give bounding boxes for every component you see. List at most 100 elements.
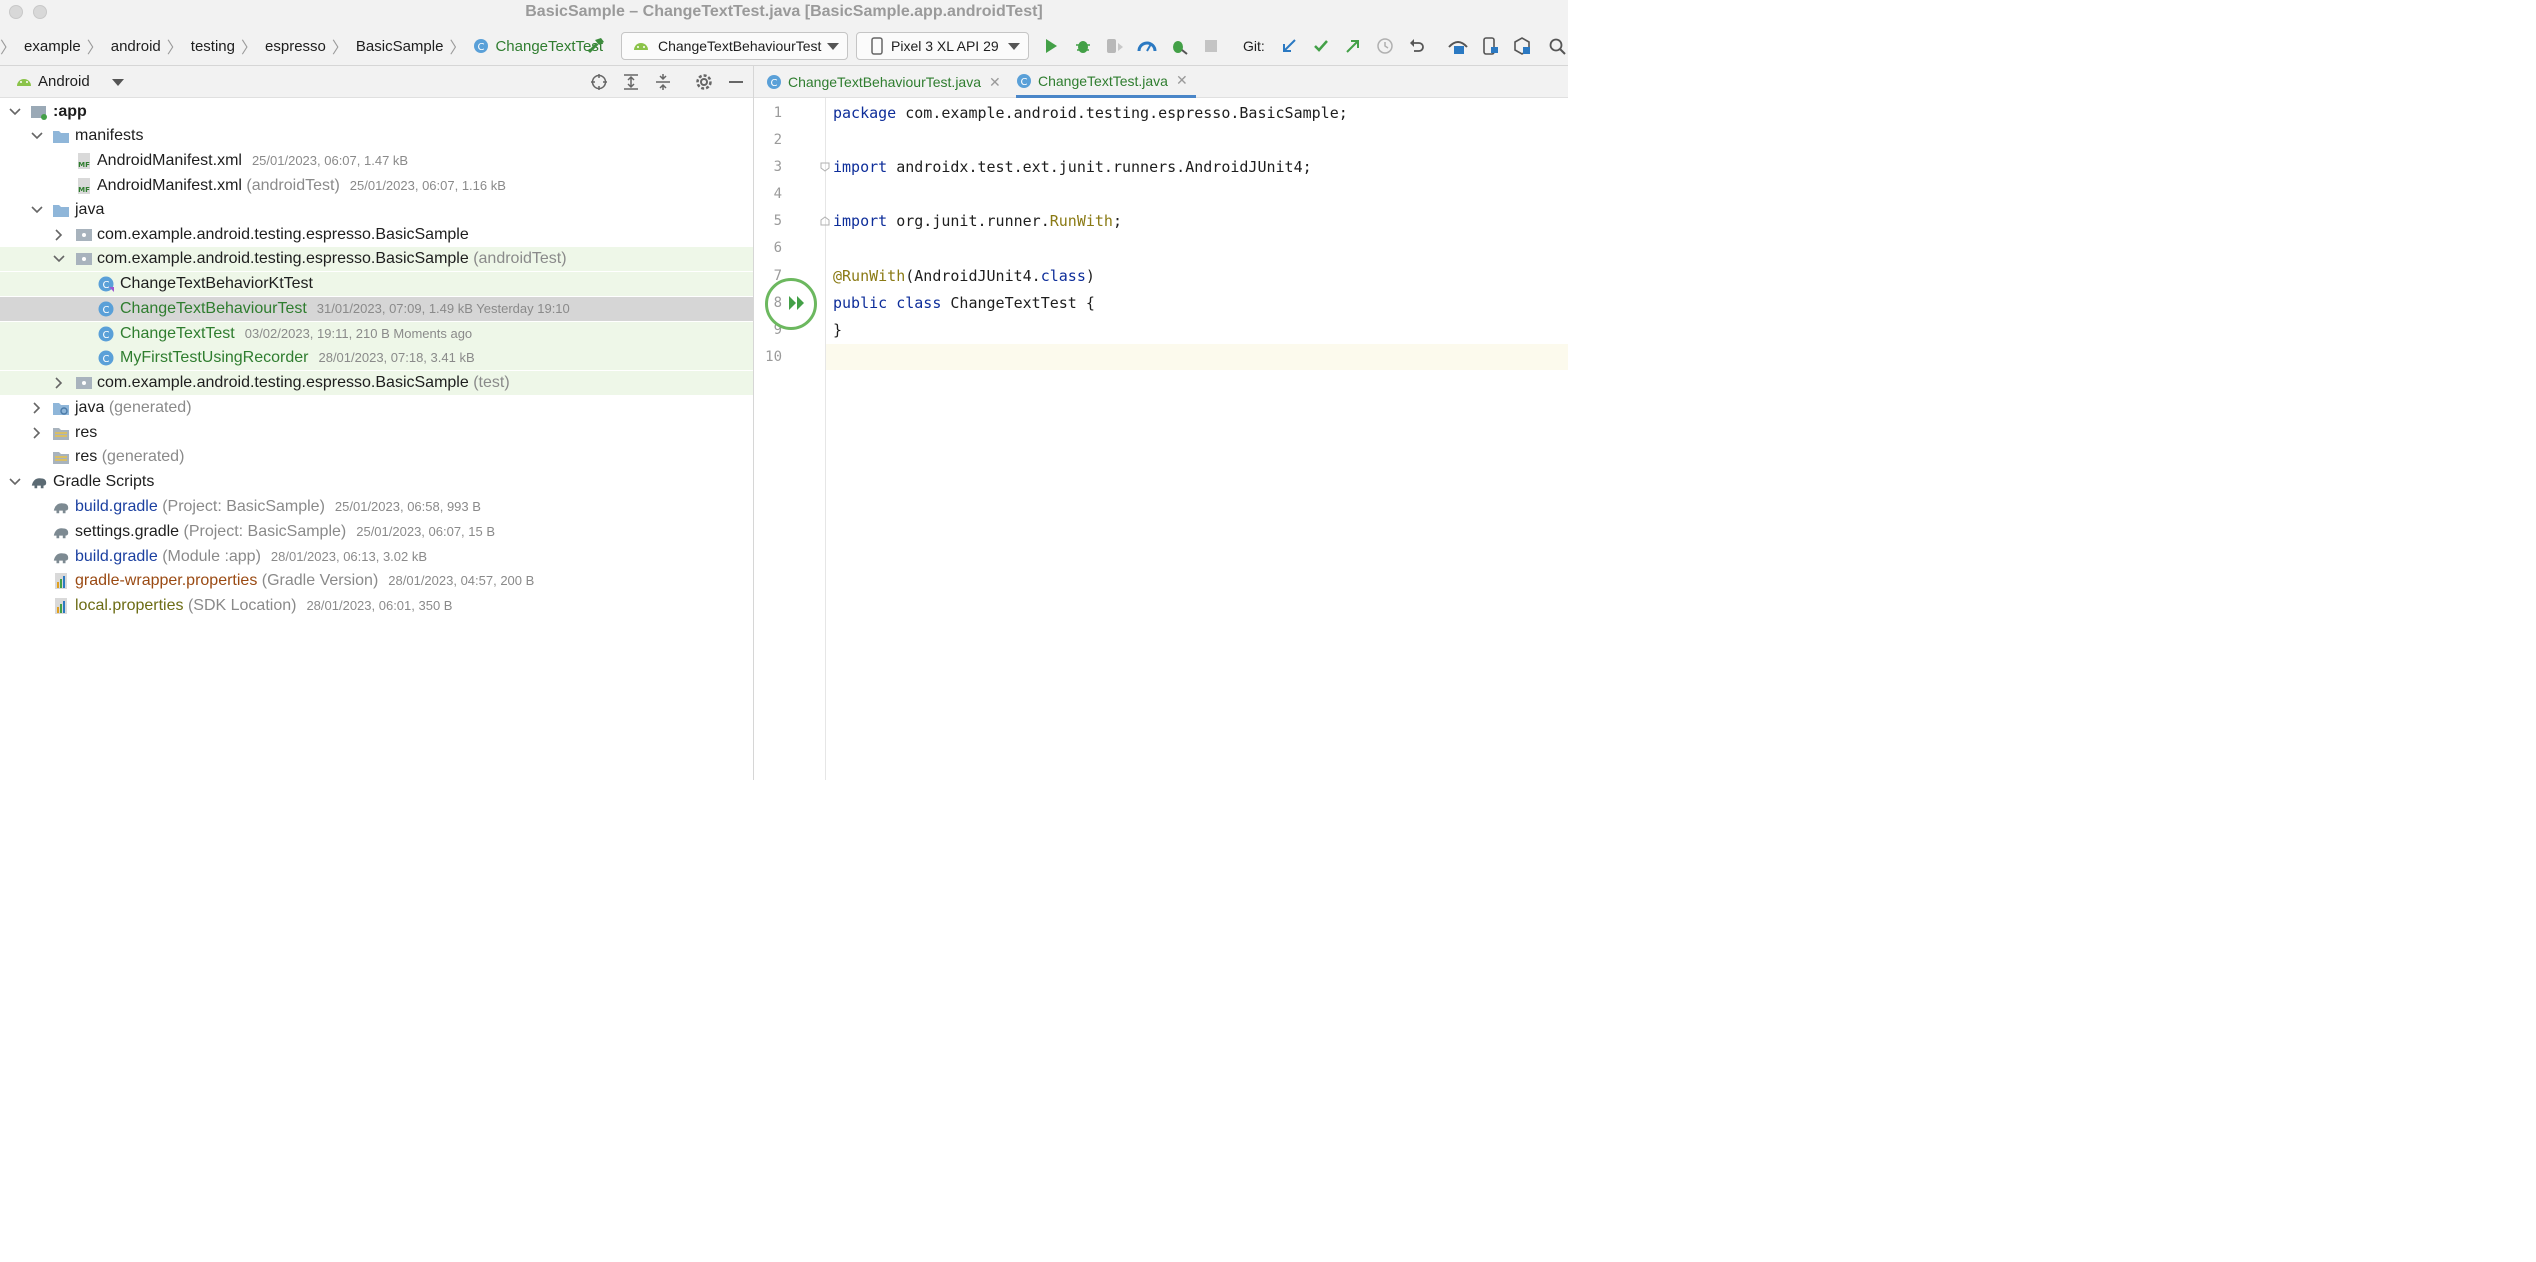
git-update-icon[interactable]	[1278, 35, 1300, 57]
profiler-gauge-icon[interactable]	[1136, 35, 1158, 57]
collapse-all-icon[interactable]	[653, 72, 673, 92]
code-text: ChangeTextTest {	[941, 294, 1095, 312]
tree-row-package-androidtest[interactable]: com.example.android.testing.espresso.Bas…	[0, 247, 753, 271]
device-dropdown[interactable]: Pixel 3 XL API 29	[856, 32, 1029, 60]
chevron-right-icon[interactable]	[30, 426, 44, 440]
tab-label: ChangeTextTest.java	[1038, 72, 1168, 89]
stop-icon[interactable]	[1200, 35, 1222, 57]
close-icon[interactable]: ✕	[1176, 72, 1188, 89]
profile-icon[interactable]	[1104, 35, 1126, 57]
chevron-right-icon[interactable]	[30, 401, 44, 415]
tree-row-gradle-file[interactable]: build.gradle (Project: BasicSample) 25/01…	[0, 495, 753, 519]
title-bar: BasicSample – ChangeTextTest.java [Basic…	[0, 0, 1568, 26]
minimize-panel-icon[interactable]	[726, 72, 746, 92]
close-icon[interactable]: ✕	[989, 74, 1001, 91]
git-history-clock-icon[interactable]	[1374, 35, 1396, 57]
code-editor[interactable]	[826, 98, 1568, 780]
chevron-down-icon[interactable]	[30, 203, 44, 217]
package-icon	[75, 374, 93, 392]
tree-row-manifest-main[interactable]: MF AndroidManifest.xml 25/01/2023, 06:07,…	[0, 149, 753, 173]
tree-row-res[interactable]: res	[0, 421, 753, 445]
device-mirror-icon[interactable]	[1479, 35, 1501, 57]
tree-row-properties-file[interactable]: gradle-wrapper.properties (Gradle Versio…	[0, 569, 753, 593]
class-icon: C	[97, 300, 115, 318]
chevron-down-icon	[1008, 43, 1020, 50]
svg-text:C: C	[103, 330, 110, 341]
breadcrumb-item-example[interactable]: example	[24, 38, 81, 55]
breadcrumb-item-basicsample[interactable]: BasicSample	[356, 38, 444, 55]
chevron-right-icon[interactable]	[52, 376, 66, 390]
run-icon[interactable]	[1040, 35, 1062, 57]
file-meta: 25/01/2023, 06:07, 15 B	[356, 524, 496, 539]
breadcrumb-separator: 〉	[241, 40, 258, 57]
code-text: }	[833, 321, 843, 339]
chevron-down-icon[interactable]	[8, 475, 22, 489]
breadcrumb-item-espresso[interactable]: espresso	[265, 38, 326, 55]
debug-bug-icon[interactable]	[1072, 35, 1094, 57]
locate-target-icon[interactable]	[589, 72, 609, 92]
tree-row-properties-file[interactable]: local.properties (SDK Location) 28/01/202…	[0, 594, 753, 618]
tree-label: Gradle Scripts	[53, 473, 155, 490]
file-meta: 28/01/2023, 04:57, 200 B	[388, 573, 535, 588]
chevron-down-icon[interactable]	[30, 129, 44, 143]
search-icon[interactable]	[1546, 35, 1568, 57]
tree-row-file[interactable]: C MyFirstTestUsingRecorder 28/01/2023, 07…	[0, 346, 753, 370]
chevron-right-icon[interactable]	[52, 228, 66, 242]
tab-label: ChangeTextBehaviourTest.java	[788, 74, 982, 90]
project-view-selector[interactable]: Android	[38, 73, 90, 90]
gear-icon[interactable]	[694, 72, 714, 92]
device-manager-icon[interactable]	[1447, 35, 1469, 57]
code-line-5: import org.junit.runner.RunWith;	[833, 212, 1122, 230]
tab-changetexttest[interactable]: C ChangeTextTest.java ✕	[1016, 66, 1196, 98]
tree-row-gradle-scripts[interactable]: Gradle Scripts	[0, 470, 753, 494]
tree-row-file-selected[interactable]: C ChangeTextBehaviourTest 31/01/2023, 07:…	[0, 297, 753, 321]
tree-label: com.example.android.testing.espresso.Bas…	[97, 250, 469, 267]
tree-row-gradle-file[interactable]: build.gradle (Module :app) 28/01/2023, 06…	[0, 545, 753, 569]
class-icon: C	[97, 325, 115, 343]
tree-row-package-main[interactable]: com.example.android.testing.espresso.Bas…	[0, 223, 753, 247]
project-tree: :app manifests MF AndroidManifest.xml 25/…	[0, 98, 753, 780]
tree-row-gradle-file[interactable]: settings.gradle (Project: BasicSample) 25…	[0, 520, 753, 544]
fold-marker-icon[interactable]	[820, 162, 830, 172]
tree-qualifier: (test)	[473, 374, 510, 391]
breadcrumb-item-testing[interactable]: testing	[191, 38, 235, 55]
tree-row-package-test[interactable]: com.example.android.testing.espresso.Bas…	[0, 371, 753, 395]
manifest-file-icon: MF	[75, 177, 93, 195]
breadcrumb-item-changetexttest[interactable]: C ChangeTextTest	[473, 38, 603, 55]
tab-changetextbehaviourtest[interactable]: C ChangeTextBehaviourTest.java ✕	[766, 66, 1001, 98]
run-configuration-dropdown[interactable]: ChangeTextBehaviourTest	[621, 32, 848, 60]
build-hammer-icon[interactable]	[585, 35, 607, 57]
editor-tabs: C ChangeTextBehaviourTest.java ✕ C Chang…	[754, 66, 1568, 98]
tree-row-file[interactable]: C ChangeTextBehaviorKtTest	[0, 272, 753, 296]
chevron-down-icon[interactable]	[8, 105, 22, 119]
run-tests-gutter-icon[interactable]	[788, 295, 806, 311]
tree-label: build.gradle	[75, 498, 158, 515]
tree-row-res-generated[interactable]: res (generated)	[0, 445, 753, 469]
tree-row-java-generated[interactable]: java (generated)	[0, 396, 753, 420]
code-annotation: RunWith	[1049, 212, 1113, 230]
tree-qualifier: (generated)	[108, 399, 192, 416]
tree-row-manifest-androidtest[interactable]: MF AndroidManifest.xml (androidTest) 25/0…	[0, 174, 753, 198]
breadcrumb-item-android[interactable]: android	[111, 38, 161, 55]
expand-all-icon[interactable]	[621, 72, 641, 92]
code-keyword: import	[833, 158, 888, 176]
code-keyword: package	[833, 104, 897, 122]
sdk-manager-icon[interactable]	[1511, 35, 1533, 57]
class-icon: C	[767, 75, 781, 89]
tree-label: res	[75, 424, 98, 441]
tree-label: AndroidManifest.xml	[97, 177, 242, 194]
attach-debugger-icon[interactable]	[1168, 35, 1190, 57]
tree-label: local.properties	[75, 597, 184, 614]
git-rollback-icon[interactable]	[1406, 35, 1428, 57]
tree-row-manifests[interactable]: manifests	[0, 124, 753, 148]
chevron-down-icon[interactable]	[112, 79, 124, 86]
tree-row-app[interactable]: :app	[0, 100, 753, 124]
fold-marker-icon[interactable]	[820, 216, 830, 226]
git-commit-check-icon[interactable]	[1310, 35, 1332, 57]
code-keyword: import	[833, 212, 888, 230]
tree-row-file[interactable]: C ChangeTextTest 03/02/2023, 19:11, 210 B…	[0, 322, 753, 346]
chevron-down-icon[interactable]	[52, 252, 66, 266]
tree-row-java[interactable]: java	[0, 198, 753, 222]
tree-label: res	[75, 448, 98, 465]
git-push-icon[interactable]	[1342, 35, 1364, 57]
